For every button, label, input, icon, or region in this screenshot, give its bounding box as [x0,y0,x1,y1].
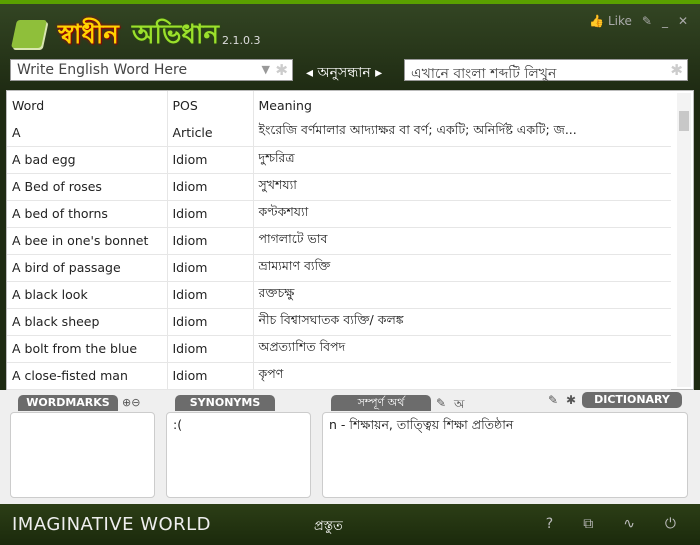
synonyms-text: :( [173,417,183,432]
cell-word: A bad egg [7,146,168,174]
cell-pos: Idiom [167,200,254,228]
close-icon[interactable]: ✕ [678,14,688,28]
cell-word: A bed of thorns [7,200,168,228]
brand-logo: IMAGINATIVE WORLD [12,514,212,535]
search-button[interactable]: ◂ অনুসন্ধান ▸ [306,61,382,85]
cell-word: A black look [7,281,168,309]
bangla-placeholder: এখানে বাংলা শব্দটি লিখুন [411,66,557,82]
column-header-meaning[interactable]: Meaning [253,91,671,119]
status-text: প্রস্তুত [314,519,343,534]
cell-meaning: কণ্টকশয্যা [253,200,671,228]
cell-word: A bird of passage [7,254,168,282]
meaning-text: n - শিক্ষায়ন, তাত্ত্বিয় শিক্ষা প্রতিষ্… [329,417,514,432]
cell-word: A black sheep [7,308,168,336]
app-window: স্বাধীন অভিধান 2.1.0.3 👍 Like ✎ _ ✕ Writ… [0,0,700,545]
wordmarks-tab[interactable]: WORDMARKS [18,395,118,411]
pencil-icon[interactable]: ✎ [548,393,558,407]
add-remove-wordmark-icons[interactable]: ⊕⊖ [122,396,140,409]
cell-pos: Idiom [167,335,254,363]
bottom-panels: WORDMARKS ⊕⊖ SYNONYMS সম্পূর্ণ অর্থ ✎ অ … [0,390,700,504]
cell-pos: Article [167,119,254,147]
full-meaning-tab[interactable]: সম্পূর্ণ অর্থ [331,395,431,411]
clear-icon[interactable]: ✱ [670,61,683,79]
cell-pos: Idiom [167,308,254,336]
table-row[interactable]: A bad egg Idiom দুশ্চরিত্র [7,146,671,174]
version-label: 2.1.0.3 [222,34,261,47]
pulse-icon[interactable]: ∿ [623,516,635,532]
cell-meaning: কৃপণ [253,362,671,390]
cell-meaning: ভ্রাম্যমাণ ব্যক্তি [253,254,671,282]
column-header-word[interactable]: Word [7,91,168,119]
table-row[interactable]: A bird of passage Idiom ভ্রাম্যমাণ ব্যক্তি [7,254,671,282]
cell-pos: Idiom [167,362,254,390]
cell-meaning: সুখশয্যা [253,173,671,201]
settings-icon[interactable]: ✱ [566,393,576,407]
cell-meaning: নীচ বিশ্বাসঘাতক ব্যক্তি/ কলঙ্ক [253,308,671,336]
cell-word: A bee in one's bonnet [7,227,168,255]
dictionary-tab[interactable]: DICTIONARY [582,392,682,408]
edit-icon[interactable]: ✎ [436,396,446,410]
cell-meaning: পাগলাটে ভাব [253,227,671,255]
cell-pos: Idiom [167,173,254,201]
clear-icon[interactable]: ✱ [275,61,288,79]
cell-word: A Bed of roses [7,173,168,201]
english-search-input[interactable]: Write English Word Here ▼ ✱ [10,59,293,81]
like-button[interactable]: 👍 Like [589,14,632,28]
table-row[interactable]: A black sheep Idiom নীচ বিশ্বাসঘাতক ব্যক্ত… [7,308,671,336]
table-row[interactable]: A bee in one's bonnet Idiom পাগলাটে ভাব [7,227,671,255]
cell-meaning: রক্তচক্ষু [253,281,671,309]
table-row[interactable]: A bed of thorns Idiom কণ্টকশয্যা [7,200,671,228]
scroll-thumb[interactable] [679,111,689,131]
synonyms-tab[interactable]: SYNONYMS [175,395,275,411]
cell-pos: Idiom [167,281,254,309]
wordmarks-pane[interactable] [10,412,155,498]
cell-word: A close-fisted man [7,362,168,390]
table-row[interactable]: A bolt from the blue Idiom অপ্রত্যাশিত বিপ… [7,335,671,363]
window-mode-icon[interactable]: ⧉ [583,516,593,532]
like-label: Like [607,14,632,28]
table-row[interactable]: A Bed of roses Idiom সুখশয্যা [7,173,671,201]
cell-word: A bolt from the blue [7,335,168,363]
power-icon[interactable]: ⏻ [665,516,676,532]
minimize-icon[interactable]: _ [662,14,668,28]
column-header-pos[interactable]: POS [167,91,254,119]
cell-pos: Idiom [167,254,254,282]
cell-meaning: অপ্রত্যাশিত বিপদ [253,335,671,363]
app-title-part2: অভিধান [132,20,219,50]
bangla-search-input[interactable]: এখানে বাংলা শব্দটি লিখুন ✱ [404,59,688,82]
dropdown-arrow-icon[interactable]: ▼ [262,63,270,76]
cell-pos: Idiom [167,227,254,255]
cell-word: A [7,119,168,147]
synonyms-pane: :( [166,412,311,498]
meaning-pane: n - শিক্ষায়ন, তাত্ত্বিয় শিক্ষা প্রতিষ্… [322,412,688,498]
cell-meaning: ইংরেজি বর্ণমালার আদ্যাক্ষর বা বর্ণ; একটি… [253,119,671,147]
cell-meaning: দুশ্চরিত্র [253,146,671,174]
app-title-part1: স্বাধীন [58,20,119,50]
pin-icon[interactable]: ✎ [642,14,652,28]
cell-pos: Idiom [167,146,254,174]
table-row[interactable]: A close-fisted man Idiom কৃপণ [7,362,671,390]
english-placeholder: Write English Word Here [17,62,188,78]
table-row[interactable]: A Article ইংরেজি বর্ণমালার আদ্যাক্ষর বা বর… [7,119,671,147]
word-table: Word POS Meaning A Article ইংরেজি বর্ণমালা… [6,90,694,390]
help-icon[interactable]: ? [546,516,553,532]
status-bar: IMAGINATIVE WORLD প্রস্তুত ? ⧉ ∿ ⏻ [0,504,700,545]
search-label: অনুসন্ধান [317,65,371,81]
table-row[interactable]: A black look Idiom রক্তচক্ষু [7,281,671,309]
book-logo-icon [11,20,47,48]
table-scrollbar[interactable] [677,93,691,387]
